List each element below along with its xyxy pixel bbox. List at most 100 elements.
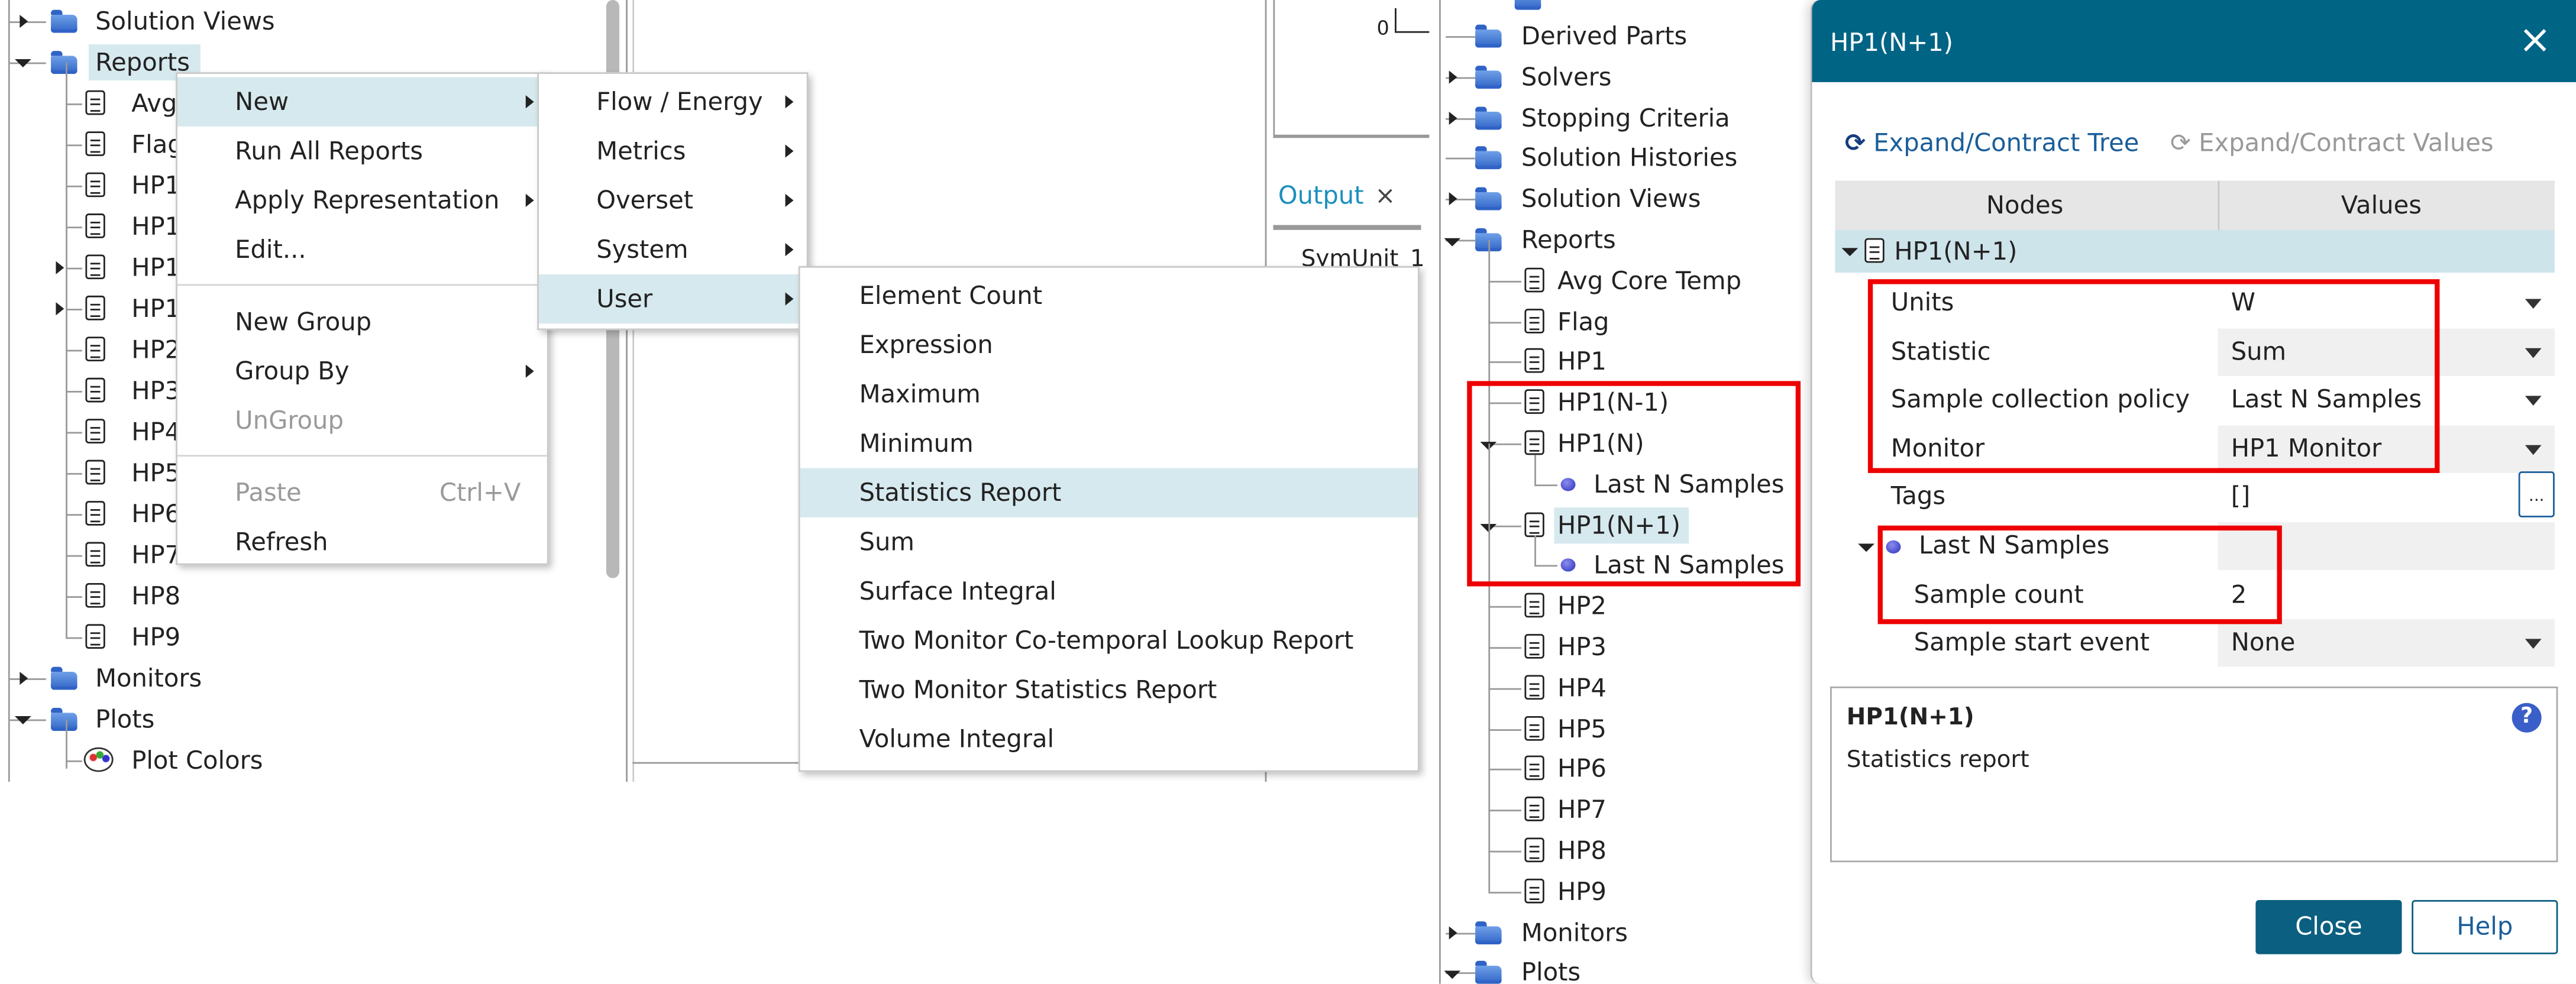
menu-item-label: Two Monitor Statistics Report xyxy=(859,675,1217,705)
menu-item[interactable]: Metrics xyxy=(539,127,807,176)
tree-item-report[interactable]: HP1 xyxy=(1439,321,1801,382)
menu-item[interactable]: Element Count xyxy=(800,271,1418,320)
folder-icon xyxy=(1475,147,1502,170)
tree-folder[interactable]: Monitors xyxy=(0,659,592,698)
submenu-arrow-icon xyxy=(785,144,794,158)
menu-item[interactable]: Refresh xyxy=(177,517,547,567)
menu-item[interactable]: Two Monitor Statistics Report xyxy=(800,665,1418,714)
expand-contract-values-button[interactable]: ⟳ Expand/Contract Values xyxy=(2170,128,2494,158)
expand-icon[interactable] xyxy=(56,302,64,316)
tree-item-report[interactable]: HP8 xyxy=(0,555,592,616)
collapse-icon[interactable] xyxy=(14,59,31,67)
menu-item[interactable]: New xyxy=(177,77,547,127)
tree-folder[interactable]: Reports xyxy=(1439,220,1801,260)
menu-item[interactable]: Surface Integral xyxy=(800,567,1418,616)
tree-folder[interactable]: Derived Parts xyxy=(1439,17,1801,56)
folder-icon xyxy=(1514,0,1541,10)
tree-item-report[interactable]: HP5 xyxy=(1439,687,1801,749)
menu-item[interactable]: Paste Ctrl+V xyxy=(177,468,547,517)
property-value[interactable]: None xyxy=(2218,619,2555,668)
tree-item-report[interactable]: HP8 xyxy=(1439,810,1801,870)
menu-item-label: Minimum xyxy=(859,428,974,458)
property-row[interactable]: Tags []... xyxy=(1835,472,2555,522)
report-icon xyxy=(1524,674,1544,700)
column-header-values[interactable]: Values xyxy=(2341,181,2422,230)
tree-item-report[interactable]: Flag xyxy=(1439,280,1801,341)
menu-item[interactable]: Expression xyxy=(800,321,1418,370)
expand-icon[interactable] xyxy=(20,14,28,28)
close-button[interactable]: Close xyxy=(2255,900,2402,954)
tree-item-report[interactable]: HP6 xyxy=(1439,728,1801,789)
tree-item-report[interactable]: HP9 xyxy=(0,596,592,657)
tree-folder[interactable]: Solution Histories xyxy=(1439,138,1801,178)
expand-icon[interactable] xyxy=(56,261,64,274)
menu-item[interactable]: Minimum xyxy=(800,419,1418,468)
menu-item[interactable]: Statistics Report xyxy=(800,468,1418,517)
tree-folder[interactable]: Solution Views xyxy=(0,2,592,41)
dropdown-arrow-icon[interactable] xyxy=(2525,445,2542,455)
folder-icon xyxy=(51,51,77,74)
expand-open-icon[interactable] xyxy=(1841,248,1859,257)
tree-folder[interactable]: Monitors xyxy=(1439,912,1801,952)
expand-icon[interactable] xyxy=(1449,192,1457,206)
dropdown-arrow-icon[interactable] xyxy=(2525,347,2542,358)
property-row[interactable]: Sample start event None xyxy=(1835,619,2555,668)
menu-item[interactable]: UnGroup xyxy=(177,396,547,445)
collapse-icon[interactable] xyxy=(1444,971,1461,980)
tree-folder[interactable]: Solution Views xyxy=(1439,179,1801,219)
column-header-nodes[interactable]: Nodes xyxy=(1986,181,2063,230)
menu-item-label: Refresh xyxy=(235,527,328,557)
dropdown-arrow-icon[interactable] xyxy=(2525,639,2542,649)
collapse-icon[interactable] xyxy=(1858,543,1875,552)
root-node-row[interactable]: HP1(N+1) xyxy=(1835,229,2555,273)
menu-item[interactable]: Run All Reports xyxy=(177,127,547,176)
tree-item-report[interactable]: HP2 xyxy=(1439,565,1801,626)
report-icon xyxy=(1524,756,1544,781)
tree-item-report[interactable]: HP7 xyxy=(1439,769,1801,830)
help-icon[interactable]: ? xyxy=(2512,703,2542,733)
collapse-icon[interactable] xyxy=(1444,238,1461,247)
plot-axis-tick: 0 xyxy=(1376,16,1389,40)
menu-item[interactable]: System xyxy=(539,225,807,274)
menu-item[interactable]: Two Monitor Co-temporal Lookup Report xyxy=(800,616,1418,665)
menu-item[interactable]: Flow / Energy xyxy=(539,77,807,127)
menu-item[interactable]: Sum xyxy=(800,517,1418,567)
menu-item[interactable]: User xyxy=(538,274,807,324)
tree-item-label: HP2 xyxy=(1557,591,1607,622)
close-icon[interactable]: × xyxy=(1375,181,1395,211)
menu-item[interactable]: Apply Representation xyxy=(177,176,547,225)
expand-contract-tree-button[interactable]: ⟳ Expand/Contract Tree xyxy=(1845,128,2139,158)
menu-item[interactable]: Group By xyxy=(177,347,547,396)
menu-item[interactable]: Edit... xyxy=(177,225,547,274)
tree-item-report[interactable]: HP9 xyxy=(1439,850,1801,911)
tree-item-report[interactable]: HP4 xyxy=(1439,646,1801,708)
collapse-icon[interactable] xyxy=(14,716,31,724)
expand-icon[interactable] xyxy=(20,671,28,685)
expand-icon[interactable] xyxy=(1449,925,1457,939)
menu-item[interactable]: Overset xyxy=(539,176,807,225)
output-tab[interactable]: Output × xyxy=(1278,181,1395,211)
menu-item[interactable]: Volume Integral xyxy=(800,714,1418,763)
tree-folder[interactable]: Plots xyxy=(1439,953,1801,984)
dropdown-arrow-icon[interactable] xyxy=(2525,299,2542,309)
menu-item[interactable]: Maximum xyxy=(800,370,1418,419)
report-icon xyxy=(85,624,105,649)
tree-item-label: HP1 xyxy=(131,294,181,324)
tags-edit-button[interactable]: ... xyxy=(2518,472,2555,518)
help-button[interactable]: Help xyxy=(2412,900,2558,954)
tree-item-report[interactable]: Avg Core Temp xyxy=(1439,239,1801,300)
tree-item-report[interactable]: HP3 xyxy=(1439,606,1801,667)
tree-folder[interactable]: Stopping Criteria xyxy=(1439,98,1801,138)
expand-icon[interactable] xyxy=(1449,111,1457,124)
menu-item[interactable]: New Group xyxy=(177,297,547,347)
tree-folder[interactable]: Plots xyxy=(0,700,592,739)
close-icon[interactable]: × xyxy=(2519,17,2552,63)
expand-icon[interactable] xyxy=(1449,70,1457,84)
property-value[interactable]: []... xyxy=(2218,472,2555,522)
report-icon xyxy=(85,542,105,567)
tree-folder[interactable]: Solvers xyxy=(1439,57,1801,97)
tree-item-plot-colors[interactable]: Plot Colors xyxy=(0,719,592,781)
dialog-title-bar[interactable]: HP1(N+1) × xyxy=(1812,0,2576,82)
dropdown-arrow-icon[interactable] xyxy=(2525,396,2542,406)
tree-item-label: HP7 xyxy=(131,540,181,570)
